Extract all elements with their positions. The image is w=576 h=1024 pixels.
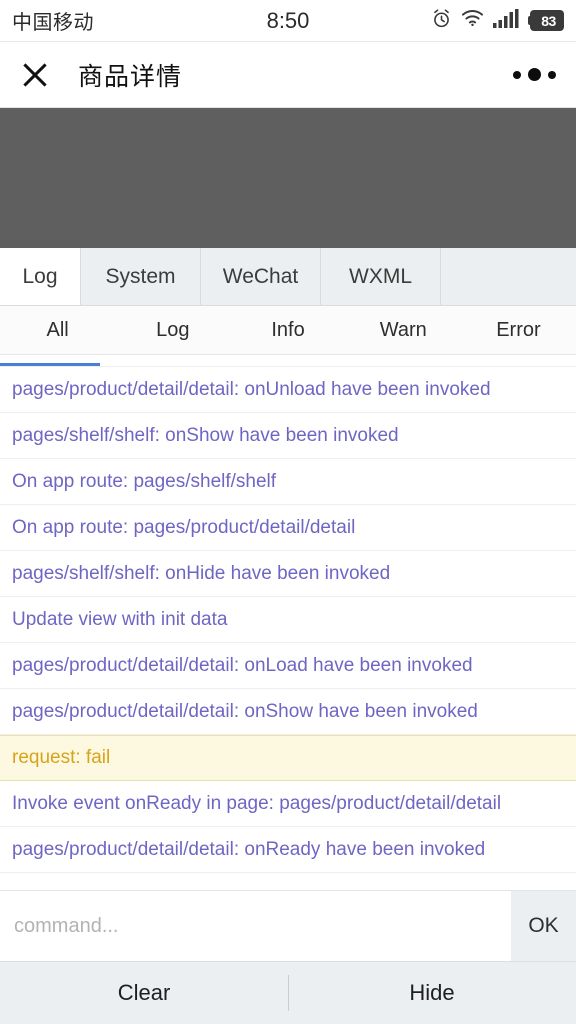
table-row[interactable]: pages/product/detail/detail: onUnload ha… — [0, 367, 576, 413]
close-icon[interactable] — [20, 60, 50, 90]
more-dot-big — [528, 68, 541, 81]
clear-button[interactable]: Clear — [0, 962, 288, 1024]
log-row-clipped[interactable]: App: On page: ready — [0, 355, 576, 367]
table-row[interactable]: Invoke event onReady in page: pages/prod… — [0, 781, 576, 827]
log-row-text: pages/product/detail/detail: onLoad have… — [12, 654, 473, 676]
filter-log[interactable]: Log — [115, 306, 230, 354]
webview-content-area[interactable] — [0, 108, 576, 248]
debug-console-panel: Log System WeChat WXML All Log Info Warn… — [0, 248, 576, 1024]
more-dot-small-right — [548, 70, 556, 79]
battery-level: 83 — [530, 10, 564, 31]
table-row[interactable]: pages/product/detail/detail: onShow have… — [0, 689, 576, 735]
filter-all[interactable]: All — [0, 306, 115, 354]
tab-bar-filler — [441, 248, 576, 305]
log-row-text: On app route: pages/shelf/shelf — [12, 470, 277, 492]
more-dot-small-left — [513, 70, 521, 79]
alarm-clock-icon — [431, 8, 452, 34]
log-row-text: On app route: pages/product/detail/detai… — [12, 516, 356, 538]
filter-info[interactable]: Info — [230, 306, 345, 354]
log-filter-bar: All Log Info Warn Error — [0, 306, 576, 355]
tab-wxml[interactable]: WXML — [321, 248, 441, 305]
tab-wechat[interactable]: WeChat — [201, 248, 321, 305]
wifi-icon — [461, 9, 484, 32]
console-action-bar: Clear Hide — [0, 961, 576, 1024]
filter-warn[interactable]: Warn — [346, 306, 461, 354]
status-icons: 83 — [431, 8, 564, 34]
table-row[interactable]: Update view with init data — [0, 597, 576, 643]
table-row[interactable]: On app route: pages/product/detail/detai… — [0, 505, 576, 551]
log-row-warning[interactable]: request: fail — [0, 735, 576, 781]
hide-button[interactable]: Hide — [288, 962, 576, 1024]
more-dots-icon[interactable] — [513, 68, 556, 81]
command-input[interactable] — [0, 891, 511, 961]
tab-log[interactable]: Log — [0, 248, 81, 305]
log-row-text: pages/product/detail/detail: onReady hav… — [12, 838, 486, 860]
status-bar: 中国移动 8:50 83 — [0, 0, 576, 42]
log-row-text: pages/shelf/shelf: onShow have been invo… — [12, 424, 399, 446]
log-list[interactable]: App: On page: ready pages/product/detail… — [0, 355, 576, 890]
filter-error[interactable]: Error — [461, 306, 576, 354]
table-row[interactable]: pages/product/detail/detail: onReady hav… — [0, 827, 576, 873]
tab-system[interactable]: System — [81, 248, 201, 305]
log-row-text: request: fail — [12, 747, 111, 768]
command-bar: OK — [0, 890, 576, 961]
signal-bars-icon — [493, 8, 519, 33]
phone-screen: 中国移动 8:50 83 商品详情 Log System WeChat WXML… — [0, 0, 576, 1024]
log-row-text: pages/shelf/shelf: onHide have been invo… — [12, 562, 391, 584]
table-row[interactable]: On app route: pages/shelf/shelf — [0, 459, 576, 505]
log-row-text: Update view with init data — [12, 608, 228, 630]
log-row-text: pages/product/detail/detail: onShow have… — [12, 700, 478, 722]
page-title: 商品详情 — [78, 62, 183, 91]
log-row-text: Invoke event onReady in page: pages/prod… — [12, 792, 502, 814]
nav-bar: 商品详情 — [0, 42, 576, 108]
table-row[interactable]: pages/shelf/shelf: onShow have been invo… — [0, 413, 576, 459]
log-row-text: pages/product/detail/detail: onUnload ha… — [12, 378, 491, 400]
ok-button[interactable]: OK — [511, 891, 576, 961]
console-tab-bar: Log System WeChat WXML — [0, 248, 576, 306]
table-row[interactable]: pages/product/detail/detail: onLoad have… — [0, 643, 576, 689]
table-row[interactable]: pages/shelf/shelf: onHide have been invo… — [0, 551, 576, 597]
battery-icon: 83 — [528, 10, 564, 31]
